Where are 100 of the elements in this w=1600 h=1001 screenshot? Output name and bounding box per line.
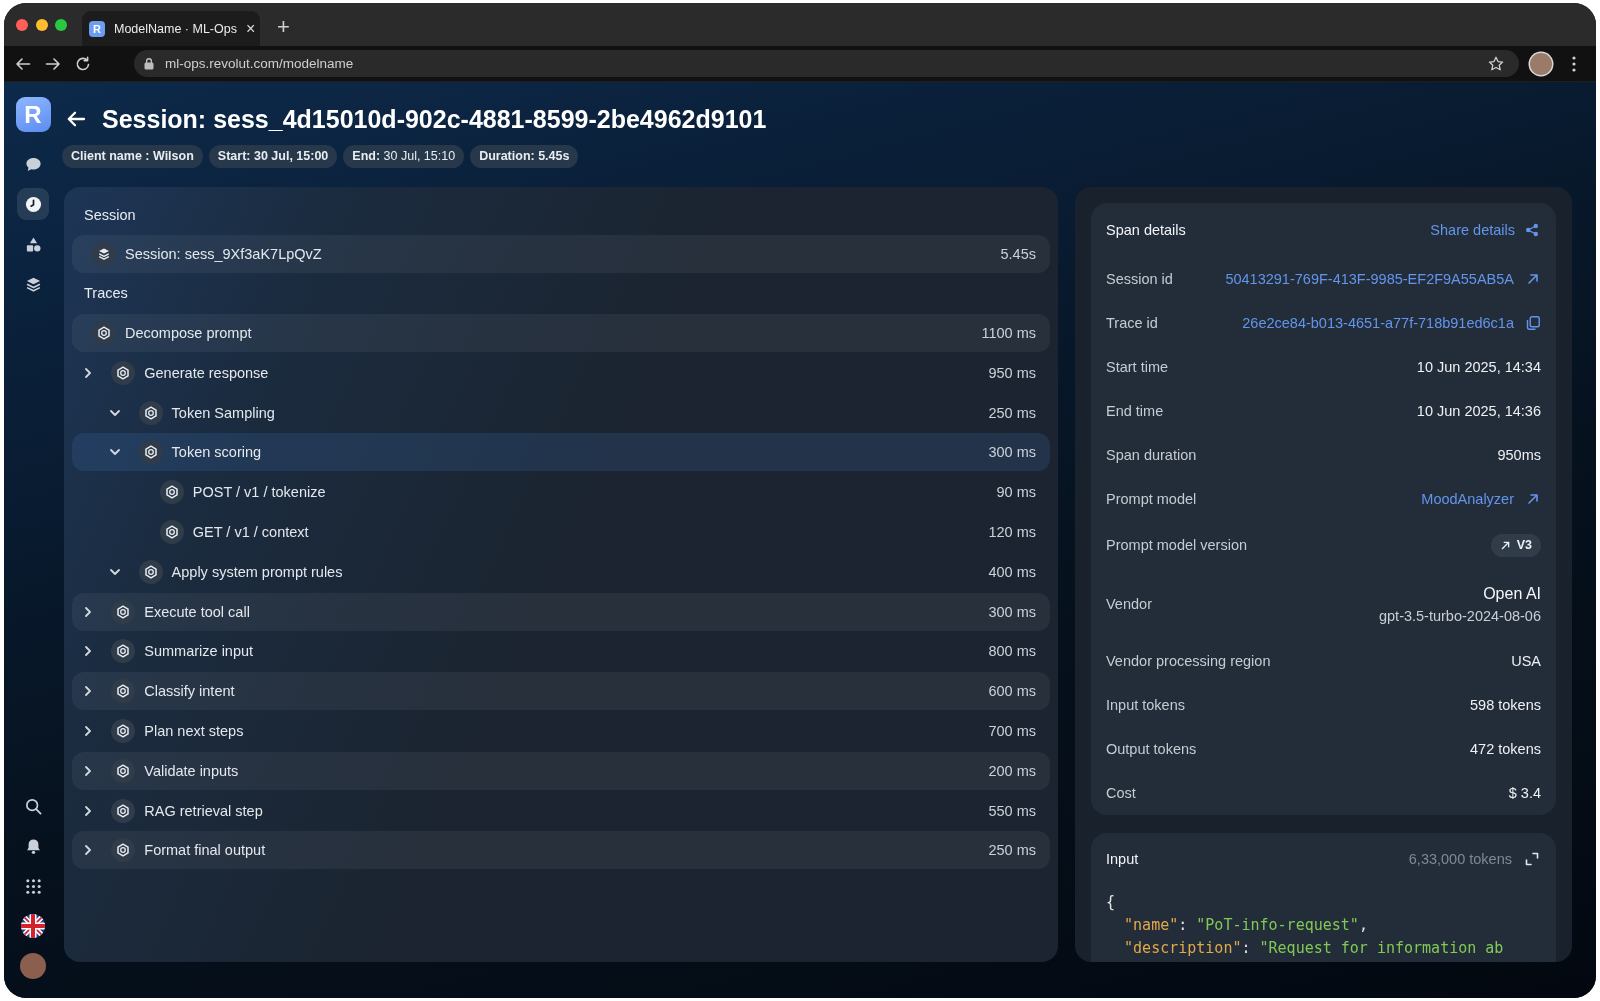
field-label: Prompt model xyxy=(1106,491,1197,507)
duration-text: 400 ms xyxy=(988,563,1036,580)
trace-row[interactable]: Execute tool call 300 ms xyxy=(72,592,1050,631)
browser-tab[interactable]: R ModelName · ML-Ops × xyxy=(82,11,260,46)
share-details-link[interactable]: Share details xyxy=(1430,222,1539,238)
close-window-icon[interactable] xyxy=(16,18,28,31)
card-title: Span details xyxy=(1106,222,1186,238)
duration-text: 120 ms xyxy=(988,524,1036,540)
sidebar-nav-button[interactable] xyxy=(17,188,49,220)
new-tab-button[interactable]: + xyxy=(277,15,290,38)
code-line: { xyxy=(1106,892,1117,913)
trace-row[interactable]: RAG retrieval step 550 ms xyxy=(72,791,1050,830)
lock-icon xyxy=(144,57,154,70)
trace-row[interactable]: GET / v1 / context 120 ms xyxy=(72,513,1050,551)
field-label: Session id xyxy=(1106,271,1173,287)
reload-icon[interactable] xyxy=(75,55,91,72)
metadata-chip: Client name : Wilson xyxy=(62,145,203,168)
trace-row[interactable]: Token Sampling 250 ms xyxy=(72,393,1050,432)
value-link[interactable]: MoodAnalyzer xyxy=(1421,491,1539,507)
field-value: $ 3.4 xyxy=(1508,785,1541,801)
version-badge[interactable]: V3 xyxy=(1490,533,1541,557)
metadata-chip: Duration: 5.45s xyxy=(470,145,579,168)
kebab-menu-icon[interactable] xyxy=(1572,55,1576,72)
metadata-chip: End: 30 Jul, 15:10 xyxy=(343,145,465,168)
duration-text: 1100 ms xyxy=(981,325,1036,341)
trace-row[interactable]: POST / v1 / tokenize 90 ms xyxy=(72,473,1050,512)
code-line: "name": "PoT-info-request", xyxy=(1123,915,1369,936)
trace-row[interactable]: Classify intent 600 ms xyxy=(72,672,1050,711)
field-label: Input tokens xyxy=(1106,697,1185,713)
session-row[interactable]: Session: sess_9Xf3aK7LpQvZ 5.45s xyxy=(72,235,1050,273)
code-line: "description": "Request for information ab xyxy=(1123,938,1505,959)
duration-text: 250 ms xyxy=(988,404,1036,421)
metadata-chip: Start: 30 Jul, 15:00 xyxy=(208,145,338,168)
duration-text: 950 ms xyxy=(988,364,1036,381)
arrow-up-right-icon xyxy=(1527,273,1539,285)
value-link[interactable]: 26e2ce84-b013-4651-a77f-718b91ed6c1a xyxy=(1242,315,1514,331)
user-avatar[interactable] xyxy=(20,953,46,979)
forward-icon[interactable] xyxy=(45,55,61,72)
duration-text: 200 ms xyxy=(988,762,1036,779)
vendor-name: Open AI xyxy=(1483,584,1541,603)
shapes-icon xyxy=(24,235,42,253)
layers-icon xyxy=(24,275,42,293)
field-value: 950ms xyxy=(1497,447,1541,463)
field-label: Trace id xyxy=(1106,315,1158,331)
layers-icon xyxy=(92,242,116,266)
flag-icon[interactable] xyxy=(21,914,45,938)
field-label: Output tokens xyxy=(1106,741,1197,757)
field-label: Prompt model version xyxy=(1106,537,1248,553)
profile-avatar[interactable] xyxy=(1530,52,1552,75)
trace-row[interactable]: Token scoring 300 ms xyxy=(72,433,1050,472)
share-icon xyxy=(1525,223,1539,237)
field-value: 10 Jun 2025, 14:36 xyxy=(1416,403,1541,419)
duration-text: 90 ms xyxy=(996,484,1036,501)
trace-row[interactable]: Plan next steps 700 ms xyxy=(72,711,1050,750)
duration-text: 300 ms xyxy=(988,444,1036,461)
trace-row[interactable]: Apply system prompt rules 400 ms xyxy=(72,552,1050,591)
token-count: 6,33,000 tokens xyxy=(1408,851,1512,867)
back-icon[interactable] xyxy=(15,55,31,72)
tab-close-button[interactable]: × xyxy=(245,20,256,37)
search-icon[interactable] xyxy=(24,797,42,815)
trace-row[interactable]: Validate inputs 200 ms xyxy=(72,751,1050,790)
field-label: End time xyxy=(1106,403,1164,419)
field-label: Cost xyxy=(1106,785,1136,801)
trace-row[interactable]: Format final output 250 ms xyxy=(72,831,1050,870)
apps-grid-icon[interactable] xyxy=(24,877,42,895)
duration-text: 800 ms xyxy=(988,643,1036,660)
field-value: 598 tokens xyxy=(1470,697,1541,713)
model-name: gpt-3.5-turbo-2024-08-06 xyxy=(1378,607,1541,624)
back-arrow-icon[interactable] xyxy=(66,109,86,129)
duration-text: 5.45s xyxy=(1000,246,1036,262)
duration-text: 300 ms xyxy=(988,603,1036,620)
address-bar[interactable]: ml-ops.revolut.com/modelname xyxy=(134,50,1519,77)
field-label: Vendor processing region xyxy=(1106,653,1271,669)
field-value: USA xyxy=(1511,653,1541,669)
minimize-window-icon[interactable] xyxy=(35,18,48,31)
star-icon[interactable] xyxy=(1488,55,1504,72)
field-label: Start time xyxy=(1106,359,1169,375)
chat-icon xyxy=(24,155,42,173)
section-heading: Session xyxy=(84,206,137,225)
duration-text: 700 ms xyxy=(988,722,1036,739)
trace-row[interactable]: Decompose prompt 1100 ms xyxy=(72,314,1050,352)
maximize-window-icon[interactable] xyxy=(55,18,67,31)
page-title: Session: sess_4d15010d-902c-4881-8599-2be4962d9101 xyxy=(102,104,767,134)
card-title: Input xyxy=(1106,851,1139,867)
trace-row[interactable]: Summarize input 800 ms xyxy=(72,632,1050,671)
value-link[interactable]: 50413291-769F-413F-9985-EF2F9A55AB5A xyxy=(1225,271,1539,287)
section-heading: Traces xyxy=(84,284,129,303)
arrow-up-right-icon xyxy=(1527,493,1539,505)
field-label: Vendor xyxy=(1106,596,1152,612)
field-value: 10 Jun 2025, 14:34 xyxy=(1416,359,1541,375)
clock-icon xyxy=(24,195,42,213)
field-label: Span duration xyxy=(1106,447,1197,463)
duration-text: 550 ms xyxy=(988,802,1036,819)
favicon-logo: R xyxy=(89,20,105,37)
trace-row[interactable]: Generate response 950 ms xyxy=(72,353,1050,392)
copy-icon[interactable] xyxy=(1526,316,1540,330)
duration-text: 250 ms xyxy=(988,842,1036,859)
arrow-up-right-icon xyxy=(1500,540,1510,550)
field-value: 472 tokens xyxy=(1470,741,1541,757)
expand-icon[interactable] xyxy=(1525,852,1539,866)
